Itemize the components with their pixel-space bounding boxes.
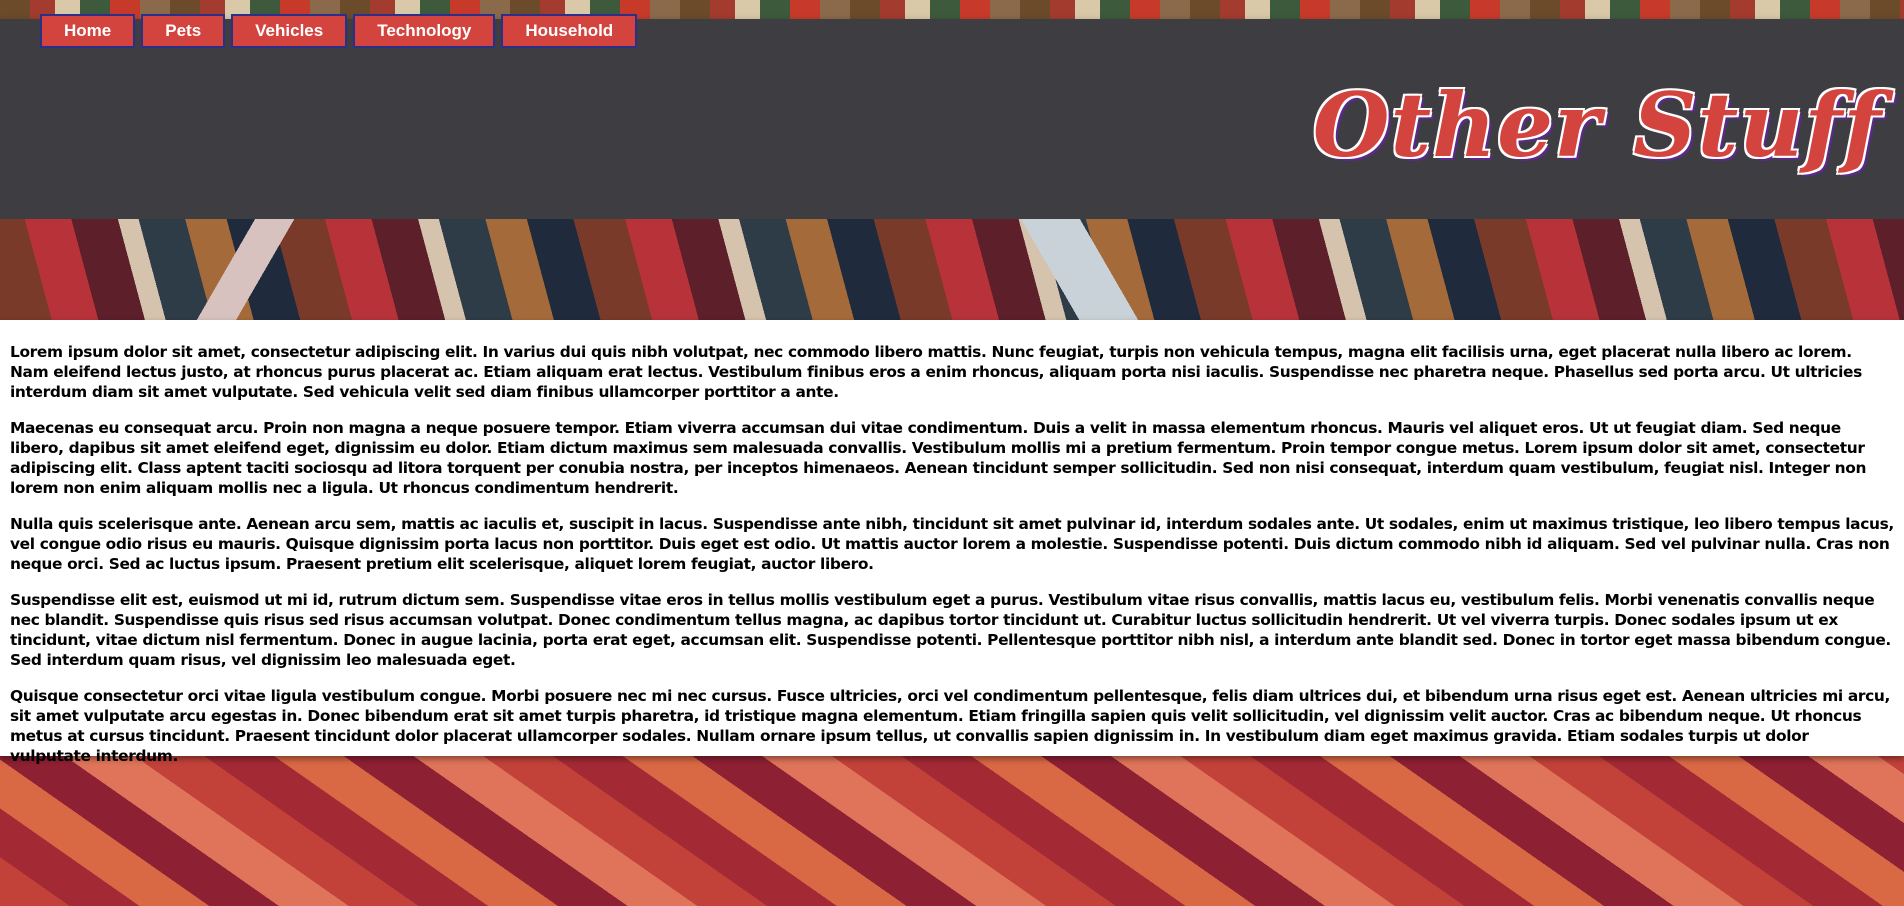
site-title: Other Stuff (1312, 73, 1882, 177)
quilt-banner-image (0, 219, 1904, 320)
nav-vehicles-button[interactable]: Vehicles (231, 14, 348, 48)
nav-home-button[interactable]: Home (40, 14, 136, 48)
content-paragraph: Maecenas eu consequat arcu. Proin non ma… (10, 419, 1867, 497)
nav-household-button[interactable]: Household (501, 14, 638, 48)
main-nav: Home Pets Vehicles Technology Household (40, 14, 638, 48)
main-content: Lorem ipsum dolor sit amet, consectetur … (0, 320, 1904, 765)
nav-pets-button[interactable]: Pets (141, 14, 226, 48)
site-header: Other Stuff (0, 19, 1904, 219)
content-paragraph: Quisque consectetur orci vitae ligula ve… (10, 687, 1890, 765)
content-paragraph: Lorem ipsum dolor sit amet, consectetur … (10, 343, 1862, 401)
content-paragraph: Suspendisse elit est, euismod ut mi id, … (10, 591, 1891, 669)
nav-technology-button[interactable]: Technology (353, 14, 496, 48)
content-paragraph: Nulla quis scelerisque ante. Aenean arcu… (10, 515, 1894, 573)
